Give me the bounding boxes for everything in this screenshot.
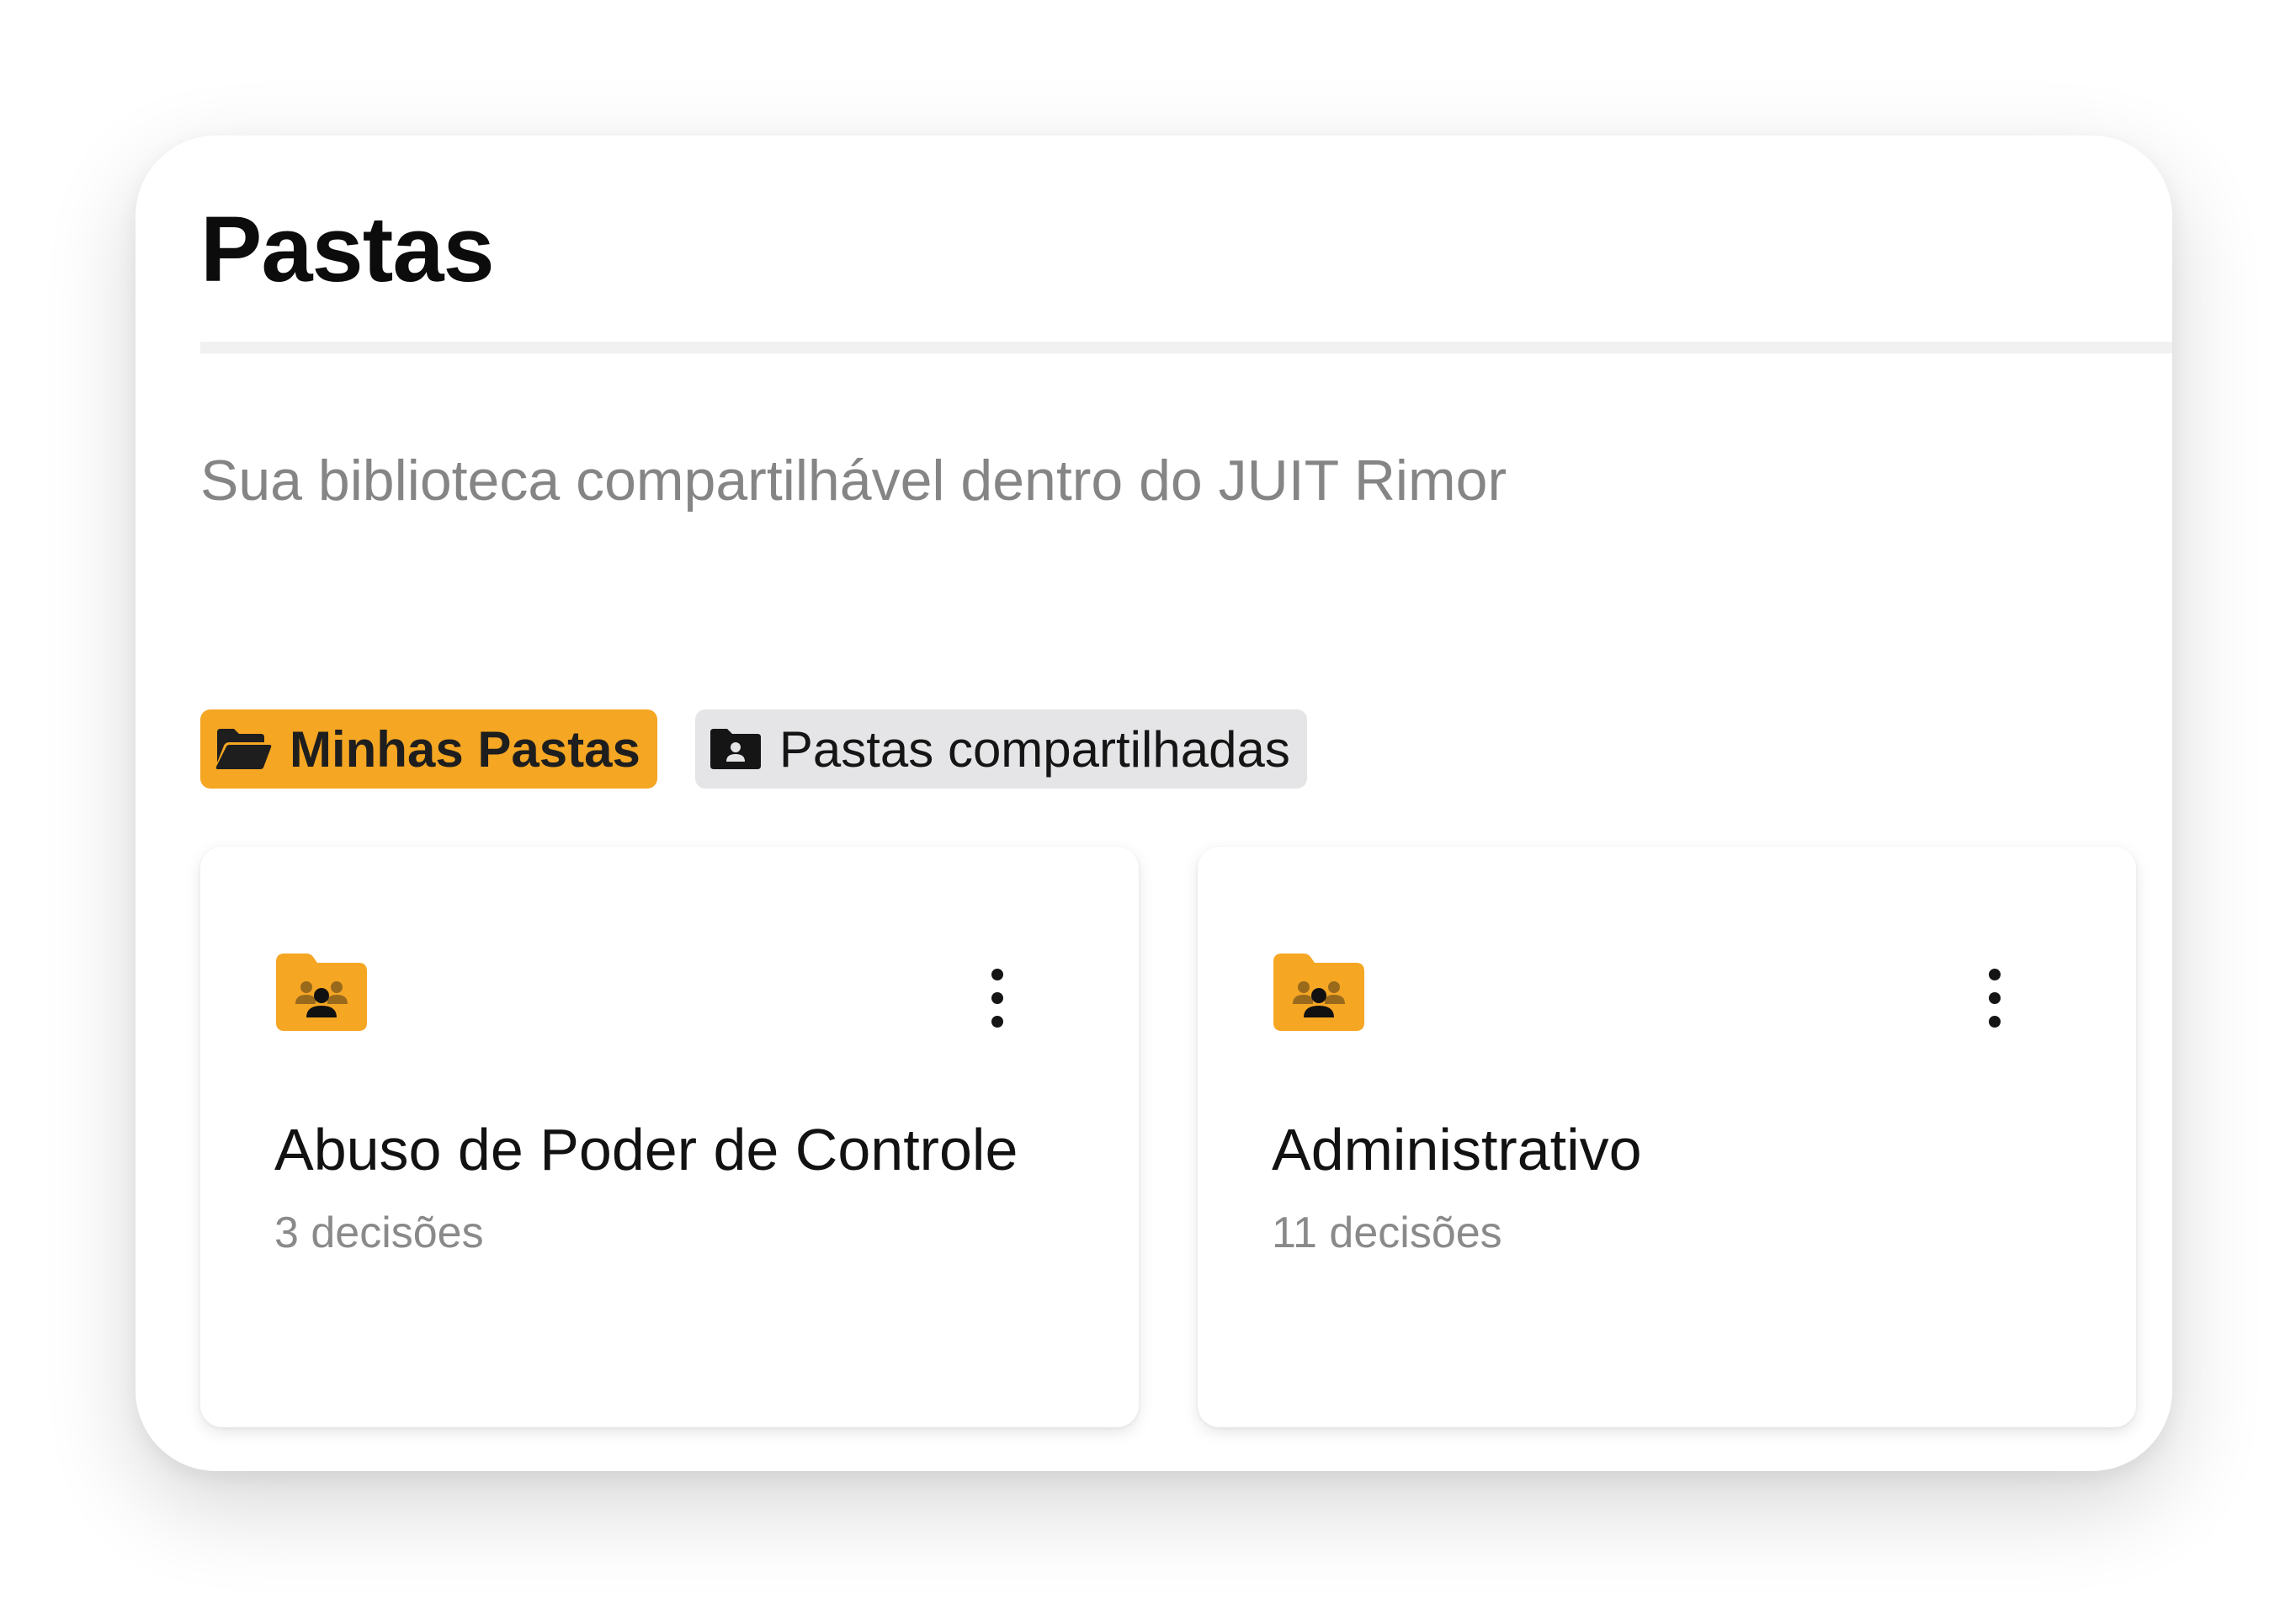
folder-card[interactable]: Abuso de Poder de Controle 3 decisões — [200, 847, 1139, 1427]
page-title: Pastas — [200, 198, 495, 301]
folder-grid: Abuso de Poder de Controle 3 decisões Ad… — [200, 847, 2136, 1427]
folders-panel: Pastas Sua biblioteca compartilhável den… — [136, 135, 2172, 1471]
folder-name: Administrativo — [1272, 1117, 1642, 1182]
title-divider — [200, 342, 2172, 353]
shared-folder-icon — [1272, 952, 1366, 1033]
more-options-icon[interactable] — [981, 969, 1014, 1028]
folder-tabs: Minhas Pastas Pastas compartilhadas — [200, 709, 1307, 789]
folder-name: Abuso de Poder de Controle — [274, 1117, 1018, 1182]
tab-pastas-compartilhadas[interactable]: Pastas compartilhadas — [694, 709, 1307, 789]
folder-card[interactable]: Administrativo 11 decisões — [1198, 847, 2136, 1427]
tab-minhas-pastas[interactable]: Minhas Pastas — [200, 709, 657, 789]
tab-label: Pastas compartilhadas — [779, 720, 1290, 778]
shared-folder-icon — [274, 952, 369, 1033]
folder-user-icon — [709, 725, 763, 773]
folder-decision-count: 11 decisões — [1272, 1209, 1502, 1257]
more-options-icon[interactable] — [1978, 969, 2012, 1028]
screenshot-stage: Pastas Sua biblioteca compartilhável den… — [0, 0, 2296, 1599]
tab-label: Minhas Pastas — [290, 720, 640, 778]
page-subtitle: Sua biblioteca compartilhável dentro do … — [200, 449, 1507, 513]
folder-open-icon — [214, 725, 273, 773]
folder-decision-count: 3 decisões — [274, 1209, 484, 1257]
